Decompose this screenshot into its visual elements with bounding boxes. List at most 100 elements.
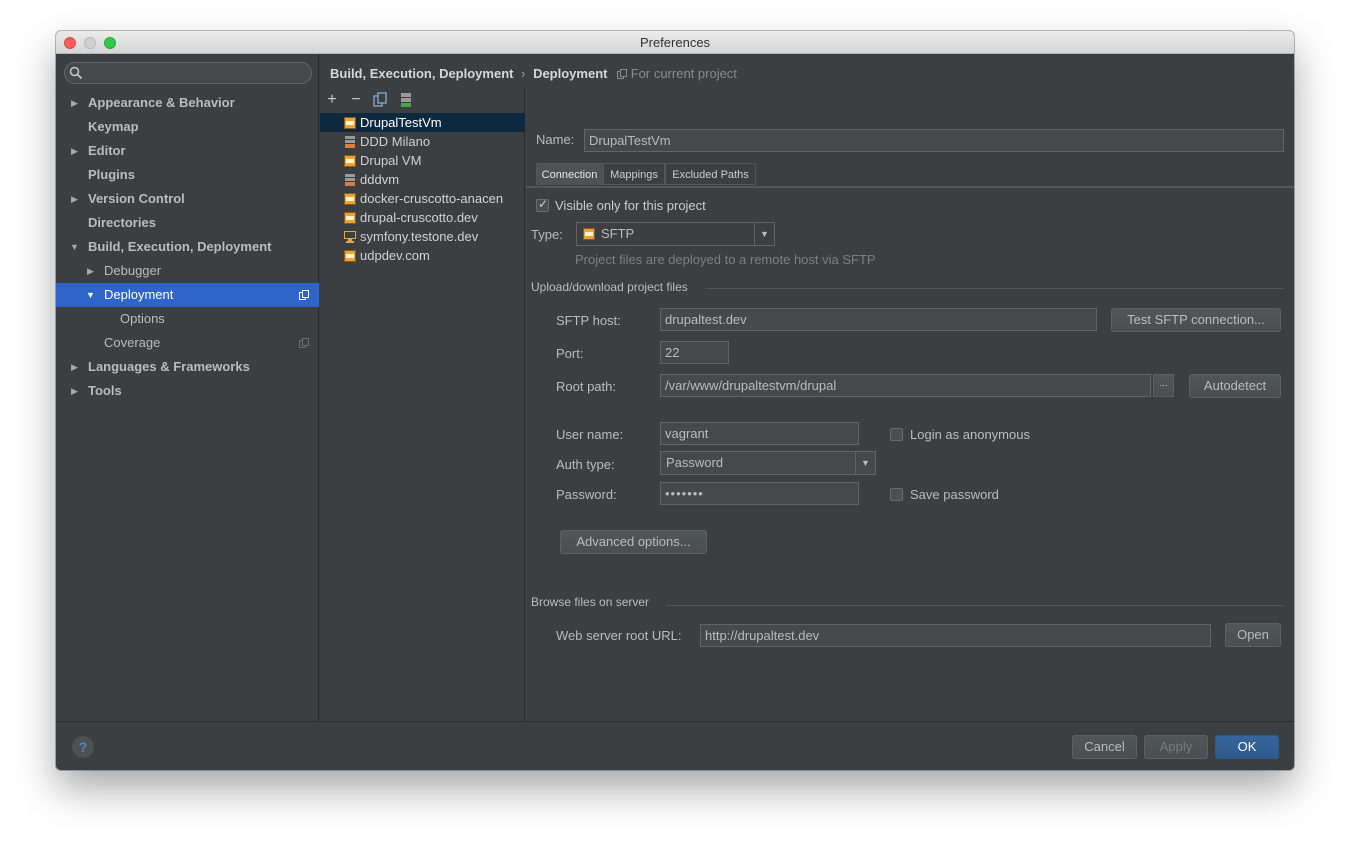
add-server-button[interactable]: + bbox=[323, 90, 341, 110]
password-input[interactable]: ••••••• bbox=[660, 482, 859, 505]
type-label: Type: bbox=[531, 227, 563, 242]
expand-arrow-icon[interactable]: ▶ bbox=[71, 139, 81, 163]
server-item[interactable]: DDD Milano bbox=[320, 132, 525, 151]
port-input[interactable]: 22 bbox=[660, 341, 729, 364]
server-list-toolbar: + − bbox=[320, 88, 525, 112]
deployment-config-panel: Name: DrupalTestVm Connection Mappings E… bbox=[526, 88, 1294, 721]
local-server-icon bbox=[344, 231, 356, 243]
search-input[interactable] bbox=[64, 62, 312, 84]
sidebar-item-label: Languages & Frameworks bbox=[88, 359, 250, 374]
expand-arrow-icon[interactable]: ▶ bbox=[71, 91, 81, 115]
server-label: docker-cruscotto-anacen bbox=[360, 191, 504, 206]
sidebar-item-editor[interactable]: ▶ Editor bbox=[56, 139, 319, 163]
name-label: Name: bbox=[536, 132, 575, 147]
tab-mappings[interactable]: Mappings bbox=[603, 163, 665, 185]
server-label: DDD Milano bbox=[360, 134, 431, 149]
server-label: drupal-cruscotto.dev bbox=[360, 210, 478, 225]
expand-arrow-icon[interactable]: ▶ bbox=[87, 259, 97, 283]
login-anonymous-label: Login as anonymous bbox=[910, 427, 1030, 442]
sidebar-item-plugins[interactable]: Plugins bbox=[56, 163, 319, 187]
expand-arrow-icon[interactable]: ▶ bbox=[71, 355, 81, 379]
sidebar-item-directories[interactable]: Directories bbox=[56, 211, 319, 235]
test-sftp-connection-button[interactable]: Test SFTP connection... bbox=[1111, 308, 1281, 332]
server-label: DrupalTestVm bbox=[360, 115, 442, 130]
server-item[interactable]: DrupalTestVm bbox=[320, 113, 525, 132]
sidebar-item-options[interactable]: Options bbox=[56, 307, 319, 331]
sidebar-item-coverage[interactable]: Coverage bbox=[56, 331, 319, 355]
sidebar-item-keymap[interactable]: Keymap bbox=[56, 115, 319, 139]
sidebar-item-version-control[interactable]: ▶ Version Control bbox=[56, 187, 319, 211]
open-button[interactable]: Open bbox=[1225, 623, 1281, 647]
login-anonymous-checkbox[interactable] bbox=[890, 428, 903, 441]
close-window-button[interactable] bbox=[64, 37, 76, 49]
password-label: Password: bbox=[556, 487, 617, 502]
help-icon[interactable]: ? bbox=[72, 736, 94, 758]
server-item[interactable]: dddvm bbox=[320, 170, 525, 189]
collapse-arrow-icon[interactable]: ▼ bbox=[86, 283, 96, 307]
sidebar-item-tools[interactable]: ▶ Tools bbox=[56, 379, 319, 403]
sidebar-item-build-execution-deployment[interactable]: ▼ Build, Execution, Deployment bbox=[56, 235, 319, 259]
user-name-label: User name: bbox=[556, 427, 624, 442]
root-path-input[interactable]: /var/www/drupaltestvm/drupal bbox=[660, 374, 1151, 397]
remove-server-button[interactable]: − bbox=[347, 90, 365, 110]
sftp-host-label: SFTP host: bbox=[556, 313, 621, 328]
sidebar-item-debugger[interactable]: ▶ Debugger bbox=[56, 259, 319, 283]
server-item[interactable]: docker-cruscotto-anacen bbox=[320, 189, 525, 208]
collapse-arrow-icon[interactable]: ▼ bbox=[70, 235, 80, 259]
title-bar[interactable]: Preferences bbox=[56, 31, 1294, 54]
sftp-server-icon bbox=[344, 155, 356, 167]
server-item[interactable]: udpdev.com bbox=[320, 246, 525, 265]
zoom-window-button[interactable] bbox=[104, 37, 116, 49]
sftp-host-input[interactable]: drupaltest.dev bbox=[660, 308, 1097, 331]
type-hint: Project files are deployed to a remote h… bbox=[575, 252, 876, 267]
scope-label: For current project bbox=[630, 66, 737, 81]
server-rack-icon bbox=[345, 174, 355, 186]
upload-section-title: Upload/download project files bbox=[531, 280, 688, 294]
visible-only-checkbox[interactable]: ✓ bbox=[536, 197, 549, 212]
sidebar-item-appearance-behavior[interactable]: ▶ Appearance & Behavior bbox=[56, 91, 319, 115]
section-divider bbox=[706, 288, 1284, 289]
visible-only-label: Visible only for this project bbox=[555, 198, 706, 213]
server-item[interactable]: Drupal VM bbox=[320, 151, 525, 170]
ok-button[interactable]: OK bbox=[1215, 735, 1279, 759]
save-password-checkbox[interactable] bbox=[890, 488, 903, 501]
advanced-options-button[interactable]: Advanced options... bbox=[560, 530, 707, 554]
breadcrumb-item: Deployment bbox=[533, 66, 608, 81]
server-label: symfony.testone.dev bbox=[360, 229, 479, 244]
type-select[interactable]: SFTP ▼ bbox=[576, 222, 775, 246]
auth-type-label: Auth type: bbox=[556, 457, 615, 472]
chevron-down-icon[interactable]: ▼ bbox=[754, 223, 774, 245]
chevron-right-icon: › bbox=[521, 66, 526, 81]
auth-type-select[interactable]: Password ▼ bbox=[660, 451, 876, 475]
expand-arrow-icon[interactable]: ▶ bbox=[71, 187, 81, 211]
server-label: udpdev.com bbox=[360, 248, 430, 263]
apply-button[interactable]: Apply bbox=[1144, 735, 1208, 759]
server-item[interactable]: drupal-cruscotto.dev bbox=[320, 208, 525, 227]
project-scope-icon bbox=[617, 69, 628, 79]
tab-connection[interactable]: Connection bbox=[536, 163, 603, 185]
sidebar-item-label: Options bbox=[120, 311, 165, 326]
user-name-input[interactable]: vagrant bbox=[660, 422, 859, 445]
web-root-url-input[interactable]: http://drupaltest.dev bbox=[700, 624, 1211, 647]
server-item[interactable]: symfony.testone.dev bbox=[320, 227, 525, 246]
name-input[interactable]: DrupalTestVm bbox=[584, 129, 1284, 152]
browse-root-path-button[interactable]: ... bbox=[1153, 374, 1174, 397]
settings-sidebar: ▶ Appearance & Behavior Keymap ▶ Editor … bbox=[56, 54, 319, 721]
expand-arrow-icon[interactable]: ▶ bbox=[71, 379, 81, 403]
sidebar-item-label: Plugins bbox=[88, 167, 135, 182]
sidebar-item-deployment[interactable]: ▼ Deployment bbox=[56, 283, 319, 307]
search-icon bbox=[69, 66, 83, 80]
sidebar-item-languages-frameworks[interactable]: ▶ Languages & Frameworks bbox=[56, 355, 319, 379]
breadcrumb-item: Build, Execution, Deployment bbox=[330, 66, 514, 81]
sftp-server-icon bbox=[344, 117, 356, 129]
tab-excluded-paths[interactable]: Excluded Paths bbox=[665, 163, 756, 185]
copy-server-icon[interactable] bbox=[372, 92, 388, 108]
default-server-icon[interactable] bbox=[398, 92, 414, 108]
sidebar-item-label: Version Control bbox=[88, 191, 185, 206]
chevron-down-icon[interactable]: ▼ bbox=[855, 452, 875, 474]
minimize-window-button[interactable] bbox=[84, 37, 96, 49]
sftp-server-icon bbox=[344, 212, 356, 224]
autodetect-button[interactable]: Autodetect bbox=[1189, 374, 1281, 398]
cancel-button[interactable]: Cancel bbox=[1072, 735, 1137, 759]
project-scope-icon bbox=[299, 290, 309, 300]
